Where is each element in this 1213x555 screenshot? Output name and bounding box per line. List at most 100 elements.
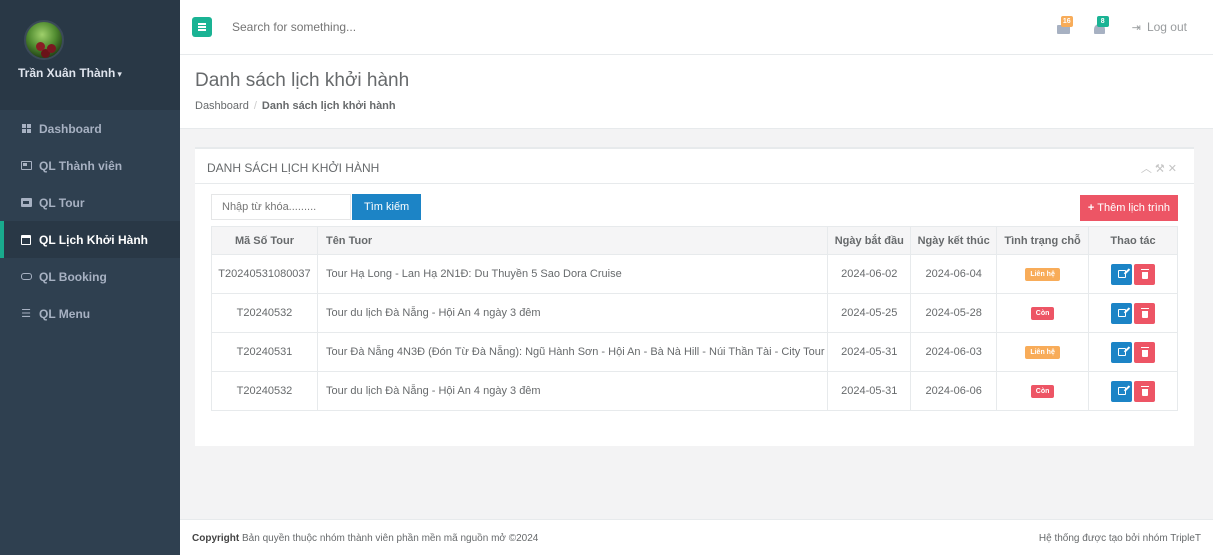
column-header: Ngày bắt đầu	[827, 226, 912, 255]
status-badge: Liên hệ	[1025, 268, 1060, 281]
delete-button[interactable]	[1134, 263, 1156, 285]
end-date: 2024-05-28	[910, 293, 998, 333]
status-cell: Liên hệ	[996, 332, 1090, 372]
tour-code: T20240531	[211, 332, 318, 372]
tour-name: Tour du lịch Đà Nẵng - Hội An 4 ngày 3 đ…	[316, 371, 829, 411]
delete-button[interactable]	[1134, 302, 1156, 324]
schedule-table: Mã Số Tour Tên Tuor Ngày bắt đầu Ngày kế…	[211, 226, 1178, 411]
actions-cell	[1088, 293, 1178, 333]
sidebar-item-menu[interactable]: ☰ QL Menu	[0, 295, 180, 332]
schedule-panel: DANH SÁCH LỊCH KHỞI HÀNH ︿⚒✕ Tìm kiếm +T…	[195, 147, 1194, 446]
menu-toggle-button[interactable]	[192, 17, 212, 37]
end-date: 2024-06-04	[910, 254, 998, 294]
end-date: 2024-06-03	[910, 332, 998, 372]
sidebar-item-label: QL Lịch Khởi Hành	[39, 232, 148, 247]
edit-button[interactable]	[1111, 380, 1133, 402]
table-row: T20240531 Tour Đà Nẵng 4N3Đ (Đón Từ Đà N…	[211, 332, 1178, 372]
tour-code: T20240532	[211, 371, 318, 411]
trash-icon	[1140, 307, 1149, 318]
notifications-button[interactable]: 8	[1092, 16, 1114, 38]
bars-icon	[198, 26, 206, 28]
tour-code: T20240531080037	[211, 254, 318, 294]
topbar: 16 8 ⇥ Log out	[180, 0, 1213, 55]
sidebar-item-tours[interactable]: QL Tour	[0, 184, 180, 221]
sliders-icon: ☰	[21, 308, 31, 320]
add-schedule-label: Thêm lịch trình	[1097, 202, 1170, 214]
plus-icon: +	[1087, 202, 1095, 214]
delete-button[interactable]	[1134, 380, 1156, 402]
edit-button[interactable]	[1111, 263, 1133, 285]
start-date: 2024-05-31	[827, 332, 912, 372]
panel-tools: ︿⚒✕	[1141, 160, 1180, 176]
panel-title: DANH SÁCH LỊCH KHỞI HÀNH	[207, 161, 380, 175]
sidebar-item-members[interactable]: QL Thành viên	[0, 147, 180, 184]
edit-icon	[1117, 270, 1126, 278]
panel-body: Tìm kiếm +Thêm lịch trình Mã Số Tour Tên…	[195, 184, 1194, 411]
status-cell: Còn	[996, 371, 1090, 411]
end-date: 2024-06-06	[910, 371, 998, 411]
sidebar-item-booking[interactable]: QL Booking	[0, 258, 180, 295]
sidebar-item-label: QL Tour	[39, 195, 85, 210]
column-header: Ngày kết thúc	[910, 226, 998, 255]
table-row: T20240532 Tour du lịch Đà Nẵng - Hội An …	[211, 293, 1178, 333]
status-cell: Còn	[996, 293, 1090, 333]
column-header: Mã Số Tour	[211, 226, 318, 255]
copyright-text: Bản quyền thuộc nhóm thành viên phần mền…	[242, 533, 539, 544]
page-title: Danh sách lịch khởi hành	[195, 70, 410, 91]
tour-name: Tour Hạ Long - Lan Hạ 2N1Đ: Du Thuyền 5 …	[316, 254, 829, 294]
status-badge: Còn	[1030, 307, 1055, 320]
breadcrumb-separator: /	[253, 100, 257, 112]
start-date: 2024-05-25	[827, 293, 912, 333]
th-large-icon	[20, 123, 32, 134]
tour-name: Tour du lịch Đà Nẵng - Hội An 4 ngày 3 đ…	[316, 293, 829, 333]
close-icon[interactable]: ✕	[1168, 163, 1180, 175]
image-icon	[20, 197, 32, 208]
edit-button[interactable]	[1111, 341, 1133, 363]
edit-button[interactable]	[1111, 302, 1133, 324]
page-heading: Danh sách lịch khởi hành Dashboard / Danh …	[180, 55, 1213, 129]
sidebar-item-label: QL Menu	[39, 306, 91, 321]
profile-name-dropdown[interactable]: Trần Xuân Thành ▾	[18, 66, 180, 80]
tour-name: Tour Đà Nẵng 4N3Đ (Đón Từ Đà Nẵng): Ngũ …	[316, 332, 829, 372]
trash-icon	[1140, 268, 1149, 279]
breadcrumb-current: Danh sách lịch khởi hành	[261, 100, 396, 112]
messages-button[interactable]: 16	[1056, 16, 1078, 38]
sidebar-item-departure-schedule[interactable]: QL Lịch Khởi Hành	[0, 221, 180, 258]
start-date: 2024-06-02	[827, 254, 912, 294]
sidebar-item-dashboard[interactable]: Dashboard	[0, 110, 180, 147]
status-cell: Liên hệ	[996, 254, 1090, 294]
panel-header: DANH SÁCH LỊCH KHỞI HÀNH ︿⚒✕	[195, 149, 1194, 184]
logout-link[interactable]: ⇥ Log out	[1132, 20, 1187, 34]
trash-icon	[1140, 385, 1149, 396]
tour-code: T20240532	[211, 293, 318, 333]
chevron-up-icon[interactable]: ︿	[1141, 163, 1155, 175]
sign-out-icon: ⇥	[1131, 21, 1141, 34]
sidebar-item-label: QL Booking	[39, 269, 107, 284]
footer: Copyright Bản quyền thuộc nhóm thành viê…	[180, 519, 1213, 555]
hdd-icon	[20, 271, 32, 282]
search-input[interactable]	[232, 20, 532, 34]
edit-icon	[1117, 387, 1126, 395]
table-row: T20240531080037 Tour Hạ Long - Lan Hạ 2N…	[211, 254, 1178, 294]
add-schedule-button[interactable]: + Thêm lịch trình	[1079, 195, 1178, 221]
actions-cell	[1088, 371, 1178, 411]
search-button[interactable]: Tìm kiếm	[352, 194, 422, 220]
breadcrumb-home-link[interactable]: Dashboard	[195, 100, 249, 112]
id-card-icon	[20, 160, 32, 171]
profile-block: Trần Xuân Thành ▾	[0, 0, 180, 110]
table-row: T20240532 Tour du lịch Đà Nẵng - Hội An …	[211, 371, 1178, 411]
status-badge: Liên hệ	[1025, 346, 1060, 359]
topbar-actions: 16 8 ⇥ Log out	[1056, 16, 1187, 38]
keyword-input[interactable]	[211, 194, 351, 220]
avatar[interactable]	[24, 20, 64, 60]
table-header-row: Mã Số Tour Tên Tuor Ngày bắt đầu Ngày kế…	[211, 226, 1178, 255]
breadcrumb: Dashboard / Danh sách lịch khởi hành	[195, 100, 1213, 112]
actions-cell	[1088, 254, 1178, 294]
caret-down-icon: ▾	[117, 69, 122, 79]
delete-button[interactable]	[1134, 341, 1156, 363]
start-date: 2024-05-31	[827, 371, 912, 411]
column-header: Tình trạng chỗ	[996, 226, 1090, 255]
edit-icon	[1117, 309, 1126, 317]
wrench-icon[interactable]: ⚒	[1155, 163, 1168, 175]
actions-cell	[1088, 332, 1178, 372]
